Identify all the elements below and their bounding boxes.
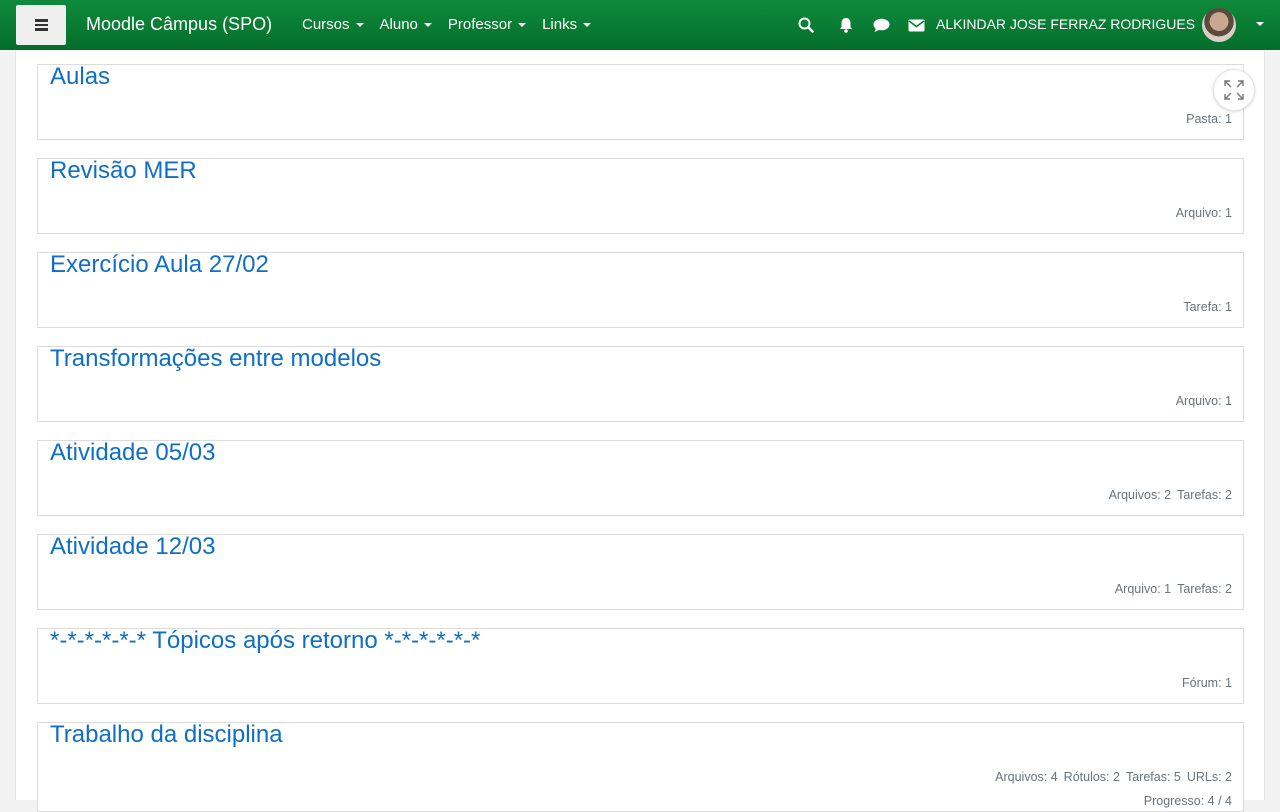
menu-label: Aluno [379, 16, 418, 33]
menu-cursos[interactable]: Cursos [302, 16, 364, 33]
chat-icon[interactable] [871, 15, 891, 35]
course-content: Aulas Pasta: 1 Revisão MER Arquivo: 1 Ex… [15, 50, 1265, 812]
activity-summary: Arquivo: 1 [1176, 394, 1232, 408]
bell-icon[interactable] [836, 15, 856, 35]
activity-summary: Arquivo: 1 Tarefas: 2 [1115, 582, 1232, 596]
user-menu-name[interactable]: ALKINDAR JOSE FERRAZ RODRIGUES [936, 16, 1195, 32]
caret-down-icon [518, 22, 527, 27]
summary-count: Arquivos: 2 [1108, 488, 1172, 502]
top-navbar: Moodle Câmpus (SPO) Cursos Aluno Profess… [0, 0, 1280, 50]
menu-label: Cursos [302, 16, 350, 33]
site-brand[interactable]: Moodle Câmpus (SPO) [86, 14, 272, 35]
summary-count: Tarefa: 1 [1183, 300, 1232, 314]
section-progress: Progresso: 4 / 4 [1143, 794, 1232, 808]
section-topicos-apos-retorno: *-*-*-*-*-* Tópicos após retorno *-*-*-*… [37, 628, 1244, 704]
summary-count: Tarefas: 2 [1177, 488, 1232, 502]
menu-icon [34, 19, 48, 31]
section-title-link[interactable]: Trabalho da disciplina [50, 723, 283, 747]
envelope-icon[interactable] [906, 15, 926, 35]
custom-menu: Cursos Aluno Professor Links [302, 16, 607, 33]
summary-count: Arquivo: 1 [1175, 394, 1232, 408]
summary-count: URLs: 2 [1186, 770, 1232, 784]
section-title-link[interactable]: Aulas [50, 65, 110, 89]
summary-count: Tarefas: 5 [1125, 770, 1181, 784]
menu-aluno[interactable]: Aluno [380, 16, 432, 33]
caret-down-icon [355, 22, 364, 27]
section-exercicio-aula: Exercício Aula 27/02 Tarefa: 1 [37, 252, 1244, 328]
menu-label: Links [542, 16, 578, 33]
summary-count: Pasta: 1 [1186, 112, 1232, 126]
summary-count: Rótulos: 2 [1063, 770, 1120, 784]
activity-summary: Fórum: 1 [1182, 676, 1232, 690]
section-transformacoes: Transformações entre modelos Arquivo: 1 [37, 346, 1244, 422]
avatar[interactable] [1202, 8, 1236, 42]
summary-count: Arquivo: 1 [1175, 206, 1232, 220]
caret-down-icon[interactable] [1256, 22, 1264, 26]
activity-summary: Arquivos: 2 Tarefas: 2 [1109, 488, 1232, 502]
caret-down-icon [423, 22, 432, 27]
menu-links[interactable]: Links [542, 16, 592, 33]
section-atividade-1203: Atividade 12/03 Arquivo: 1 Tarefas: 2 [37, 534, 1244, 610]
activity-summary: Pasta: 1 [1186, 112, 1232, 126]
section-trabalho-disciplina: Trabalho da disciplina Arquivos: 4 Rótul… [37, 722, 1244, 812]
section-aulas: Aulas Pasta: 1 [37, 64, 1244, 140]
summary-count: Tarefas: 2 [1177, 582, 1232, 596]
search-icon[interactable] [796, 15, 816, 35]
section-title-link[interactable]: Atividade 12/03 [50, 535, 215, 559]
activity-summary: Tarefa: 1 [1183, 300, 1232, 314]
section-title-link[interactable]: Exercício Aula 27/02 [50, 253, 269, 277]
section-atividade-0503: Atividade 05/03 Arquivos: 2 Tarefas: 2 [37, 440, 1244, 516]
summary-count: Fórum: 1 [1181, 676, 1232, 690]
section-title-link[interactable]: Transformações entre modelos [50, 347, 381, 371]
expand-icon [1224, 80, 1244, 100]
section-title-link[interactable]: Atividade 05/03 [50, 441, 215, 465]
section-title-link[interactable]: *-*-*-*-*-* Tópicos após retorno *-*-*-*… [50, 629, 480, 653]
summary-count: Arquivo: 1 [1114, 582, 1172, 596]
drawer-toggle-button[interactable] [16, 5, 66, 45]
activity-summary: Arquivos: 4 Rótulos: 2 Tarefas: 5 URLs: … [995, 770, 1232, 784]
summary-count: Arquivos: 4 [995, 770, 1058, 784]
section-revisao-mer: Revisão MER Arquivo: 1 [37, 158, 1244, 234]
section-title-link[interactable]: Revisão MER [50, 159, 197, 183]
menu-professor[interactable]: Professor [447, 16, 527, 33]
activity-summary: Arquivo: 1 [1176, 206, 1232, 220]
expand-all-button[interactable] [1213, 69, 1255, 111]
menu-label: Professor [447, 16, 513, 33]
caret-down-icon [583, 22, 592, 27]
